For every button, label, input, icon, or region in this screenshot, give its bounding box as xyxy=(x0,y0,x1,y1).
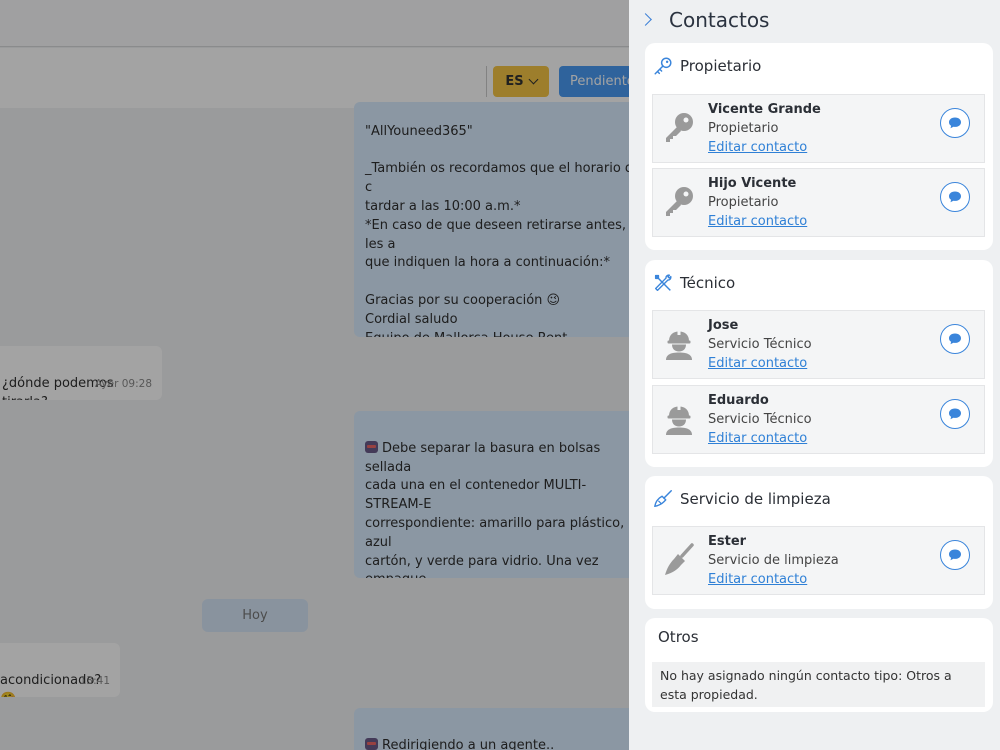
tools-icon xyxy=(654,274,672,292)
contact-name: Vicente Grande xyxy=(708,102,821,117)
chat-button[interactable] xyxy=(940,399,970,429)
panel-header: Contactos xyxy=(629,0,1000,42)
chat-bubble-icon xyxy=(949,333,961,345)
edit-contact-link[interactable]: Editar contacto xyxy=(708,140,807,155)
section-header: Técnico xyxy=(652,271,735,295)
chat-button[interactable] xyxy=(940,540,970,570)
section-limpieza: Servicio de limpieza Ester Servicio de l… xyxy=(645,476,993,609)
chat-button[interactable] xyxy=(940,182,970,212)
contact-role: Servicio Técnico xyxy=(708,337,812,352)
hardhat-worker-icon xyxy=(666,405,692,435)
chat-bubble-icon xyxy=(949,408,961,420)
section-tecnico: Técnico Jose Servicio Técnico Editar con… xyxy=(645,260,993,467)
section-otros: Otros No hay asignado ningún contacto ti… xyxy=(645,618,993,712)
contact-card: Vicente Grande Propietario Editar contac… xyxy=(652,94,985,163)
section-title: Servicio de limpieza xyxy=(680,490,831,508)
contact-name: Hijo Vicente xyxy=(708,176,797,191)
chat-button[interactable] xyxy=(940,108,970,138)
edit-contact-link[interactable]: Editar contacto xyxy=(708,431,807,446)
chat-button[interactable] xyxy=(940,324,970,354)
contact-card: Ester Servicio de limpieza Editar contac… xyxy=(652,526,985,595)
contact-role: Servicio de limpieza xyxy=(708,553,839,568)
contact-card: Eduardo Servicio Técnico Editar contacto xyxy=(652,385,985,454)
section-header: Propietario xyxy=(652,54,761,78)
contact-name: Jose xyxy=(708,318,739,333)
panel-title: Contactos xyxy=(669,8,770,32)
contact-role: Servicio Técnico xyxy=(708,412,812,427)
contact-card: Hijo Vicente Propietario Editar contacto xyxy=(652,168,985,237)
chat-bubble-icon xyxy=(949,117,961,129)
section-title: Otros xyxy=(658,628,699,646)
empty-contacts-message: No hay asignado ningún contacto tipo: Ot… xyxy=(652,662,985,707)
chat-bubble-icon xyxy=(949,549,961,561)
edit-contact-link[interactable]: Editar contacto xyxy=(708,214,807,229)
key-outline-icon xyxy=(654,57,672,75)
broom-icon xyxy=(665,543,694,575)
contact-role: Propietario xyxy=(708,121,779,136)
broom-outline-icon xyxy=(654,490,672,508)
key-icon xyxy=(666,113,693,142)
edit-contact-link[interactable]: Editar contacto xyxy=(708,356,807,371)
edit-contact-link[interactable]: Editar contacto xyxy=(708,572,807,587)
contact-name: Eduardo xyxy=(708,393,769,408)
contact-role: Propietario xyxy=(708,195,779,210)
key-icon xyxy=(666,187,693,216)
chevron-right-icon[interactable] xyxy=(639,13,652,26)
section-propietario: Propietario Vicente Grande Propietario E… xyxy=(645,43,993,250)
section-header: Servicio de limpieza xyxy=(652,487,831,511)
section-title: Propietario xyxy=(680,57,762,75)
hardhat-worker-icon xyxy=(666,330,692,360)
section-title: Técnico xyxy=(680,274,736,292)
contact-card: Jose Servicio Técnico Editar contacto xyxy=(652,310,985,379)
contact-name: Ester xyxy=(708,534,747,549)
chat-bubble-icon xyxy=(949,191,961,203)
contacts-panel: Contactos Propietario Vicente Grande Pro… xyxy=(629,0,1000,750)
